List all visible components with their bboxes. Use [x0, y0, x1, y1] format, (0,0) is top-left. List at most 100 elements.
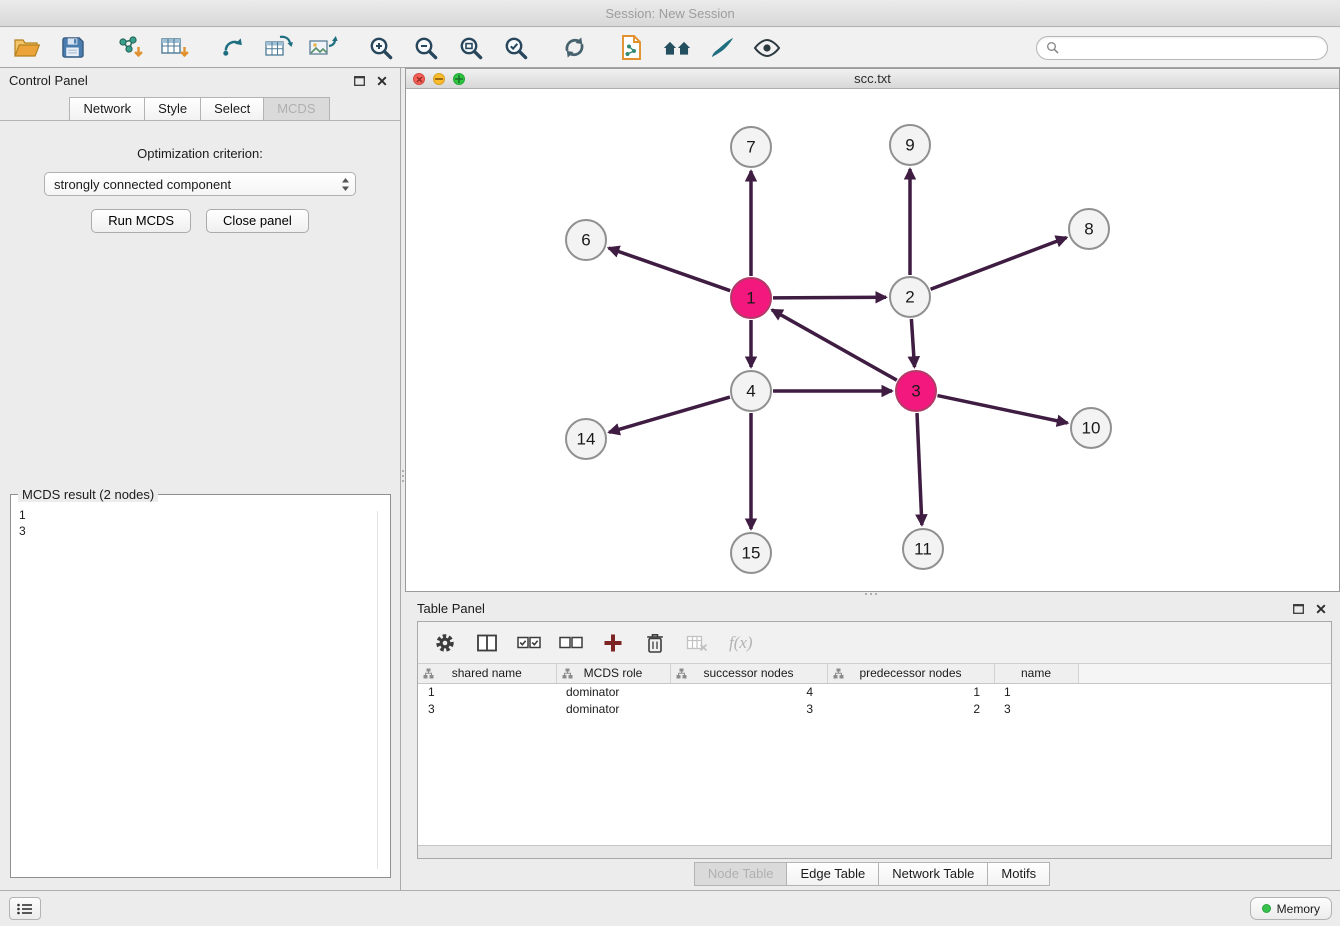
tab-style[interactable]: Style: [144, 97, 201, 121]
apply-style-icon[interactable]: [707, 33, 737, 63]
tab-select[interactable]: Select: [200, 97, 264, 121]
import-table-icon[interactable]: [160, 33, 190, 63]
window-title: Session: New Session: [605, 6, 734, 21]
cell-empty: [1078, 700, 1331, 717]
network-window-titlebar[interactable]: scc.txt: [406, 69, 1339, 89]
import-network-icon[interactable]: [115, 33, 145, 63]
cell-empty: [1078, 683, 1331, 700]
mcds-result-line: 3: [19, 523, 390, 539]
column-header-successor-nodes[interactable]: successor nodes: [670, 664, 827, 683]
export-image-icon[interactable]: [308, 33, 338, 63]
network-tools-group: [218, 33, 338, 63]
column-sort-icon: [833, 668, 844, 679]
cell-name[interactable]: 1: [994, 683, 1078, 700]
graph-node-label: 3: [911, 382, 920, 401]
cell-successor-nodes[interactable]: 4: [670, 683, 827, 700]
cell-mcds-role[interactable]: dominator: [556, 700, 670, 717]
result-scrollbar[interactable]: [377, 511, 378, 869]
mcds-result-box[interactable]: MCDS result (2 nodes) 1 3: [10, 494, 391, 878]
close-window-icon[interactable]: [413, 73, 425, 85]
network-canvas: 7968124314101511: [406, 89, 1339, 591]
graph-edge-3-10[interactable]: [938, 396, 1068, 423]
zoom-group: [366, 33, 531, 63]
cell-shared-name[interactable]: 3: [418, 700, 556, 717]
apply-layout-icon[interactable]: [559, 33, 589, 63]
memory-status-dot: [1262, 904, 1271, 913]
control-panel-header: Control Panel: [0, 68, 400, 93]
criterion-dropdown[interactable]: strongly connected component: [44, 172, 356, 196]
cell-predecessor-nodes[interactable]: 2: [827, 700, 994, 717]
network-graph[interactable]: 7968124314101511: [406, 89, 1339, 591]
maximize-window-icon[interactable]: [453, 73, 465, 85]
cell-mcds-role[interactable]: dominator: [556, 683, 670, 700]
tab-network-table[interactable]: Network Table: [878, 862, 988, 886]
window-titlebar[interactable]: Session: New Session: [0, 0, 1340, 27]
float-table-panel-icon[interactable]: [1289, 601, 1307, 617]
graph-edge-1-6[interactable]: [609, 248, 731, 291]
float-panel-icon[interactable]: [350, 73, 368, 89]
tab-motifs[interactable]: Motifs: [987, 862, 1050, 886]
table-horizontal-scrollbar[interactable]: [418, 845, 1331, 858]
run-mcds-button[interactable]: Run MCDS: [91, 209, 191, 233]
export-network-icon[interactable]: [617, 33, 647, 63]
graph-edge-2-3[interactable]: [911, 319, 914, 367]
search-input[interactable]: [1064, 40, 1318, 55]
cell-shared-name[interactable]: 1: [418, 683, 556, 700]
add-column-icon[interactable]: [601, 631, 625, 655]
graph-node-label: 10: [1082, 419, 1101, 438]
graph-node-label: 1: [746, 289, 755, 308]
tab-mcds[interactable]: MCDS: [263, 97, 329, 121]
select-all-icon[interactable]: [517, 631, 541, 655]
close-panel-icon[interactable]: [373, 73, 391, 89]
graph-edge-4-14[interactable]: [609, 397, 730, 432]
mcds-result-line: 1: [19, 507, 390, 523]
tab-edge-table[interactable]: Edge Table: [786, 862, 879, 886]
graph-node-label: 9: [905, 136, 914, 155]
open-session-icon[interactable]: [12, 33, 42, 63]
column-header-predecessor-nodes[interactable]: predecessor nodes: [827, 664, 994, 683]
column-header-name[interactable]: name: [994, 664, 1078, 683]
graph-node-label: 4: [746, 382, 755, 401]
tab-network[interactable]: Network: [69, 97, 145, 121]
column-header-shared-name[interactable]: shared name: [418, 664, 556, 683]
zoom-selected-icon[interactable]: [501, 33, 531, 63]
table-row[interactable]: 3 dominator 3 2 3: [418, 700, 1331, 717]
show-hide-graphics-icon[interactable]: [752, 33, 782, 63]
zoom-fit-icon[interactable]: [456, 33, 486, 63]
network-window-title: scc.txt: [854, 71, 891, 86]
cell-successor-nodes[interactable]: 3: [670, 700, 827, 717]
deselect-all-icon[interactable]: [559, 631, 583, 655]
import-group: [115, 33, 190, 63]
graph-edge-2-8[interactable]: [931, 238, 1067, 290]
graph-edge-3-1[interactable]: [772, 310, 897, 380]
column-label: name: [1021, 666, 1051, 680]
show-columns-icon[interactable]: [475, 631, 499, 655]
graph-edge-3-11[interactable]: [917, 413, 922, 525]
node-table-area: shared name: [418, 664, 1331, 845]
status-menu-button[interactable]: [9, 897, 41, 920]
memory-button[interactable]: Memory: [1250, 897, 1332, 920]
minimize-window-icon[interactable]: [433, 73, 445, 85]
table-panel-body: f(x): [417, 621, 1332, 859]
table-settings-gear-icon[interactable]: [433, 631, 457, 655]
table-row[interactable]: 1 dominator 4 1 1: [418, 683, 1331, 700]
tab-node-table[interactable]: Node Table: [694, 862, 788, 886]
cell-predecessor-nodes[interactable]: 1: [827, 683, 994, 700]
new-table-icon[interactable]: [263, 33, 293, 63]
column-header-mcds-role[interactable]: MCDS role: [556, 664, 670, 683]
cell-name[interactable]: 3: [994, 700, 1078, 717]
close-panel-button[interactable]: Close panel: [206, 209, 309, 233]
memory-label: Memory: [1277, 902, 1320, 916]
close-table-panel-icon[interactable]: [1312, 601, 1330, 617]
new-network-icon[interactable]: [218, 33, 248, 63]
graph-edge-1-2[interactable]: [773, 297, 886, 298]
show-overview-icon[interactable]: [662, 33, 692, 63]
zoom-in-icon[interactable]: [366, 33, 396, 63]
delete-column-icon[interactable]: [643, 631, 667, 655]
graph-node-label: 15: [742, 544, 761, 563]
traffic-lights: [413, 73, 465, 85]
zoom-out-icon[interactable]: [411, 33, 441, 63]
dropdown-arrows-icon: [341, 177, 350, 192]
save-session-icon[interactable]: [57, 33, 87, 63]
view-group: [617, 33, 782, 63]
